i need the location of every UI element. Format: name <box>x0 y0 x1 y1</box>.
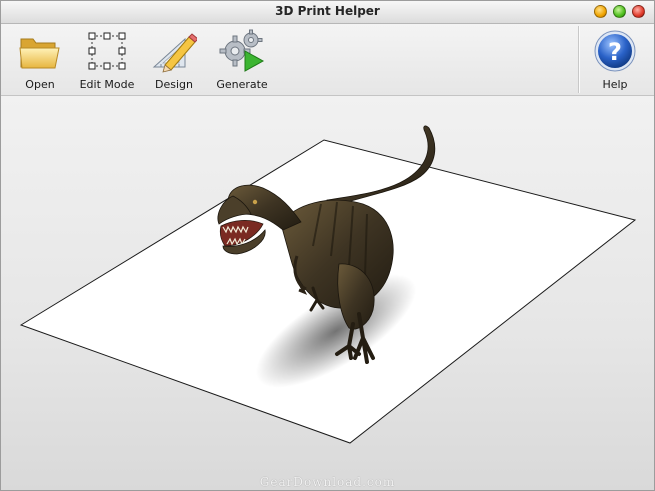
svg-text:?: ? <box>608 38 622 66</box>
selection-grid-icon <box>88 32 126 70</box>
edit-mode-button[interactable]: Edit Mode <box>79 29 135 93</box>
window-title: 3D Print Helper <box>275 4 380 18</box>
title-bar[interactable]: 3D Print Helper <box>1 1 654 24</box>
generate-button[interactable]: Generate <box>213 29 271 93</box>
help-label: Help <box>602 78 628 91</box>
3d-viewport[interactable]: GearDownload.com <box>1 96 654 490</box>
maximize-button[interactable] <box>613 5 626 18</box>
pencil-ruler-icon <box>152 33 197 73</box>
toolbar: Open Edit Mode Design Generate ? Help <box>1 24 654 96</box>
open-button[interactable]: Open <box>15 29 65 93</box>
gears-play-icon <box>219 29 265 72</box>
toolbar-separator <box>578 26 579 93</box>
app-window: 3D Print Helper Open Edit Mode Design Ge… <box>0 0 655 491</box>
question-icon: ? <box>594 30 636 72</box>
scene <box>19 125 637 444</box>
edit-mode-label: Edit Mode <box>79 78 135 91</box>
watermark: GearDownload.com <box>259 475 396 489</box>
design-label: Design <box>155 78 193 91</box>
close-button[interactable] <box>632 5 645 18</box>
design-button[interactable]: Design <box>149 29 199 93</box>
minimize-button[interactable] <box>594 5 607 18</box>
folder-icon <box>19 38 60 69</box>
help-button[interactable]: ? Help <box>589 29 641 93</box>
generate-label: Generate <box>216 78 268 91</box>
open-label: Open <box>25 78 55 91</box>
